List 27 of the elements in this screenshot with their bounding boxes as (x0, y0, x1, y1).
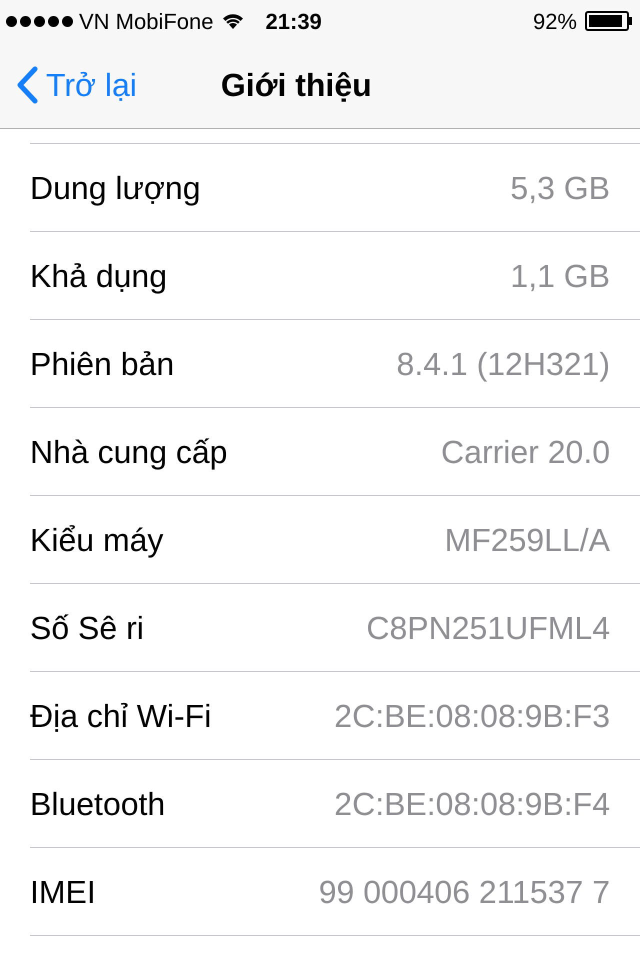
chevron-left-icon (16, 66, 38, 104)
row-value: Carrier 20.0 (441, 432, 610, 472)
row-label: Địa chỉ Wi-Fi (30, 696, 212, 736)
row-label: Kiểu máy (30, 520, 164, 560)
clock-time: 21:39 (266, 8, 322, 36)
row-label: Dung lượng (30, 168, 200, 208)
row-value: 5,3 GB (510, 168, 610, 208)
row-value: 2C:BE:08:08:9B:F4 (334, 784, 610, 824)
row-label: Phiên bản (30, 344, 174, 384)
row-label: Nhà cung cấp (30, 432, 228, 472)
row-value: 99 000406 211537 7 (318, 872, 610, 912)
row-label: Bluetooth (30, 784, 166, 824)
row-value: 2C:BE:08:08:9B:F3 (334, 696, 610, 736)
battery-percentage: 92% (532, 8, 577, 36)
wifi-icon (222, 13, 244, 29)
row-value: 8.4.1 (12H321) (396, 344, 610, 384)
row-value: 1,1 GB (510, 256, 610, 296)
carrier-name: VN MobiFone (79, 8, 214, 36)
page-title: Giới thiệu (220, 66, 372, 105)
row-value: MF259LL/A (444, 520, 610, 560)
signal-icon (6, 16, 73, 26)
row-label: IMEI (30, 872, 96, 912)
row-value: C8PN251UFML4 (366, 608, 610, 648)
back-button[interactable]: Trở lại (0, 61, 137, 109)
row-label: Số Sê ri (30, 608, 144, 648)
row-label: Khả dụng (30, 256, 168, 296)
battery-icon (585, 11, 632, 31)
